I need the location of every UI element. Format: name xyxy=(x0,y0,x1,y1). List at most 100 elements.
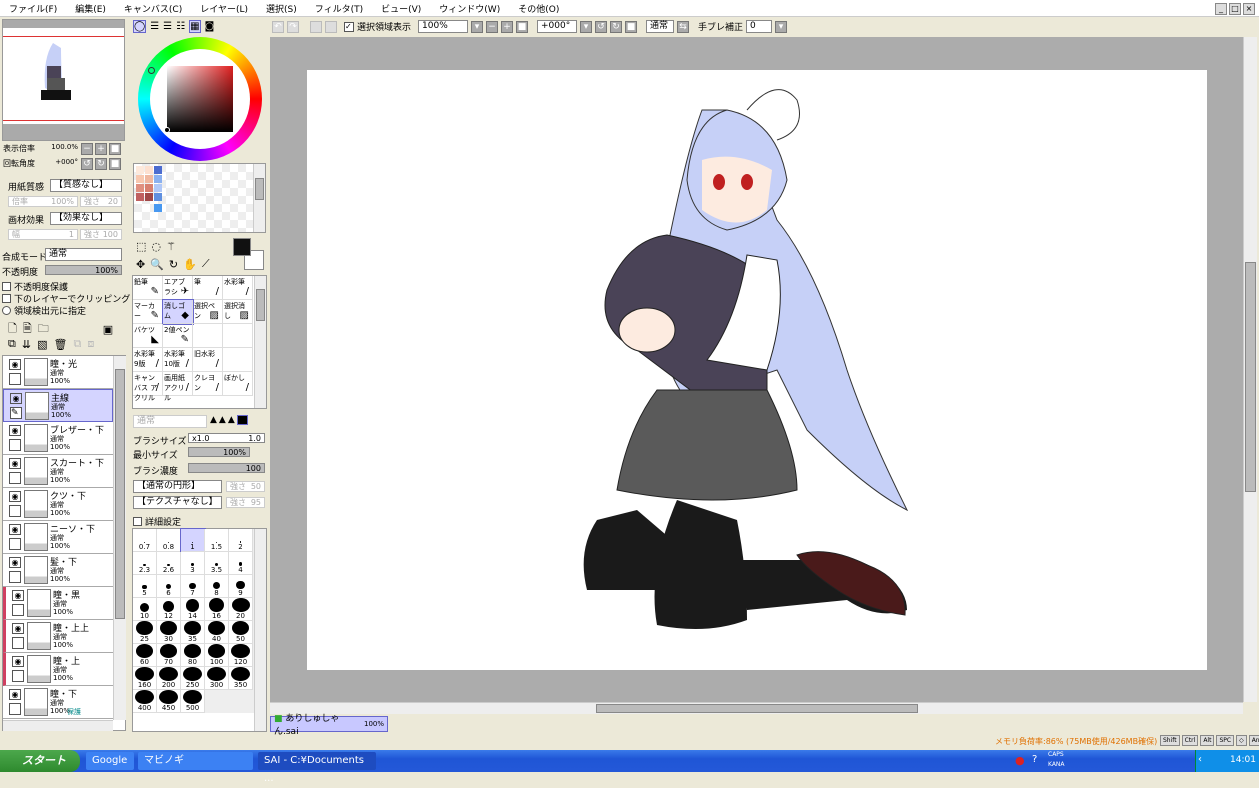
tool-item[interactable]: 画用紙 アクリル / xyxy=(163,372,193,402)
swatch-tab-icon[interactable]: ▦ xyxy=(189,20,201,33)
copy-layer-icon[interactable]: ⧉ xyxy=(8,337,16,351)
rotate-slider[interactable]: 回転角度 +000° xyxy=(3,158,78,169)
brush-size-item[interactable]: 4 xyxy=(229,552,253,575)
tool-item[interactable]: キャンバス アクリル / xyxy=(133,372,163,402)
layer-row[interactable]: ◉ 瞳・光 通常 100% xyxy=(3,356,113,389)
layer-row[interactable]: ◉ ニーソ・下 通常 100% xyxy=(3,521,113,554)
zoom-in-button[interactable]: + xyxy=(95,143,107,155)
layer-hscrollbar[interactable] xyxy=(3,720,113,731)
blend-mode-select[interactable]: 通常 xyxy=(45,248,122,261)
brush-size-item[interactable]: 50 xyxy=(229,621,253,644)
eye-icon[interactable]: ◉ xyxy=(12,590,24,601)
modifier-key-indicator[interactable]: SPC xyxy=(1216,735,1235,746)
scratchpad-tab-icon[interactable]: ◙ xyxy=(205,21,215,32)
brush-size-item[interactable]: 3.5 xyxy=(205,552,229,575)
canvas-page[interactable] xyxy=(307,70,1207,670)
menu-item[interactable]: 選択(S) xyxy=(257,2,306,15)
advanced-settings-checkbox[interactable]: 詳細設定 xyxy=(133,515,181,528)
tool-item[interactable] xyxy=(223,324,253,348)
eye-icon[interactable]: ◉ xyxy=(9,557,21,568)
brush-size-item[interactable]: 2.3 xyxy=(133,552,157,575)
close-button[interactable]: × xyxy=(1243,3,1255,15)
tool-item[interactable]: 旧水彩 / xyxy=(193,348,223,372)
brush-size-item[interactable]: 0.8 xyxy=(157,529,181,552)
tool-item[interactable]: 水彩筆 / xyxy=(223,276,253,300)
rotate-left-button[interactable]: ↺ xyxy=(81,158,93,170)
color-wheel[interactable] xyxy=(138,37,262,161)
brush-size-item[interactable]: 80 xyxy=(181,644,205,667)
modifier-key-indicator[interactable]: Ctrl xyxy=(1181,735,1199,746)
brush-size-item[interactable]: 60 xyxy=(133,644,157,667)
menu-item[interactable]: ウィンドウ(W) xyxy=(430,2,509,15)
invert-selection-button[interactable] xyxy=(325,20,337,33)
toolbar-zoom-out[interactable]: − xyxy=(486,20,499,33)
delete-layer-icon[interactable]: 🗑 xyxy=(53,338,67,351)
canvas-area[interactable] xyxy=(270,37,1243,702)
tool-item[interactable]: エアブラシ ✈ xyxy=(163,276,193,300)
layer-mask-icon[interactable]: ▣ xyxy=(103,323,113,336)
zoom-dropdown[interactable]: ▾ xyxy=(471,20,484,33)
tool-item[interactable]: 選択ペン ▨ xyxy=(193,300,223,324)
show-selection-checkbox[interactable]: ✓ 選択領域表示 xyxy=(344,20,411,33)
taskbar-item-google[interactable]: Google xyxy=(86,752,134,770)
stabilizer-dropdown[interactable]: ▾ xyxy=(775,20,788,33)
eye-icon[interactable]: ◉ xyxy=(9,524,21,535)
rotate-right-button[interactable]: ↻ xyxy=(95,158,107,170)
layer-lock-toggle[interactable] xyxy=(9,472,21,484)
brush-size-item[interactable]: 20 xyxy=(229,598,253,621)
menu-item[interactable]: フィルタ(T) xyxy=(306,2,372,15)
layer-row[interactable]: ◉ ✎ 主線 通常 100% xyxy=(3,389,113,422)
brush-size-item[interactable]: 10 xyxy=(133,598,157,621)
layer-row[interactable]: ◉ 瞳・黒 通常 100% xyxy=(3,587,113,620)
brush-size-item[interactable]: 35 xyxy=(181,621,205,644)
brush-size-item[interactable]: 350 xyxy=(229,667,253,690)
tool-item[interactable]: 2値ペン ✎ xyxy=(163,324,193,348)
opacity-slider[interactable]: 100% xyxy=(45,265,122,275)
brush-size-item[interactable]: 3 xyxy=(181,552,205,575)
undo-button[interactable]: ↶ xyxy=(272,20,284,33)
rotation-dropdown[interactable]: ▾ xyxy=(580,20,593,33)
canvas-hscrollbar[interactable] xyxy=(270,702,1243,714)
zoom-select[interactable]: 100% xyxy=(418,20,469,33)
toolbar-zoom-in[interactable]: + xyxy=(501,20,514,33)
tool-item[interactable]: 消しゴム ◆ xyxy=(162,299,194,325)
brush-size-item[interactable]: 120 xyxy=(229,644,253,667)
layer-row[interactable]: ◉ ブレザー・下 通常 100% xyxy=(3,422,113,455)
brush-size-item[interactable]: 6 xyxy=(157,575,181,598)
layer-lock-toggle[interactable] xyxy=(12,604,24,616)
tool-item[interactable]: 水彩筆 10版 / xyxy=(163,348,193,372)
eyedropper-icon[interactable]: ⟋ xyxy=(202,257,210,271)
color-swatches[interactable] xyxy=(133,163,266,233)
layer-lock-toggle[interactable] xyxy=(9,703,21,715)
rotate-reset-button[interactable]: ■ xyxy=(109,158,121,170)
menu-item[interactable]: ファイル(F) xyxy=(0,2,66,15)
modifier-key-indicator[interactable]: Any xyxy=(1248,735,1259,746)
brush-size-item[interactable]: 70 xyxy=(157,644,181,667)
brush-size-slider[interactable]: x1.0 1.0 xyxy=(188,433,265,443)
brush-size-item[interactable]: 0.7 xyxy=(133,529,157,552)
menu-item[interactable]: ビュー(V) xyxy=(372,2,430,15)
minimize-button[interactable]: _ xyxy=(1215,3,1227,15)
brush-size-item[interactable]: 14 xyxy=(181,598,205,621)
zoom-reset-button[interactable]: ■ xyxy=(109,143,121,155)
magic-wand-icon[interactable]: ⚚ xyxy=(166,240,176,253)
brush-size-item[interactable]: 1.5 xyxy=(205,529,229,552)
brush-shape-buttons[interactable]: ▲ ▲ ▲ xyxy=(210,415,248,425)
tool-item[interactable]: クレヨン / xyxy=(193,372,223,396)
layer-lock-toggle[interactable] xyxy=(9,373,21,385)
menu-item[interactable]: キャンバス(C) xyxy=(115,2,191,15)
tool-item[interactable]: バケツ ◣ xyxy=(133,324,163,348)
eye-icon[interactable]: ◉ xyxy=(10,393,22,404)
eye-icon[interactable]: ◉ xyxy=(12,656,24,667)
tool-item[interactable]: 選択消し ▨ xyxy=(223,300,253,324)
zoom-slider[interactable]: 表示倍率 100.0% xyxy=(3,143,78,154)
layer-row[interactable]: ◉ 瞳・上上 通常 100% xyxy=(3,620,113,653)
modifier-key-indicator[interactable]: Alt xyxy=(1200,735,1215,746)
layer-lock-toggle[interactable] xyxy=(9,538,21,550)
redo-button[interactable]: ↷ xyxy=(287,20,299,33)
zoom-icon[interactable]: 🔍 xyxy=(150,258,164,271)
menu-item[interactable]: 編集(E) xyxy=(66,2,115,15)
mixer-tab-icon[interactable]: ☷ xyxy=(176,21,185,32)
menu-item[interactable]: レイヤー(L) xyxy=(191,2,257,15)
toolbar-rotate-left[interactable]: ↺ xyxy=(595,20,608,33)
